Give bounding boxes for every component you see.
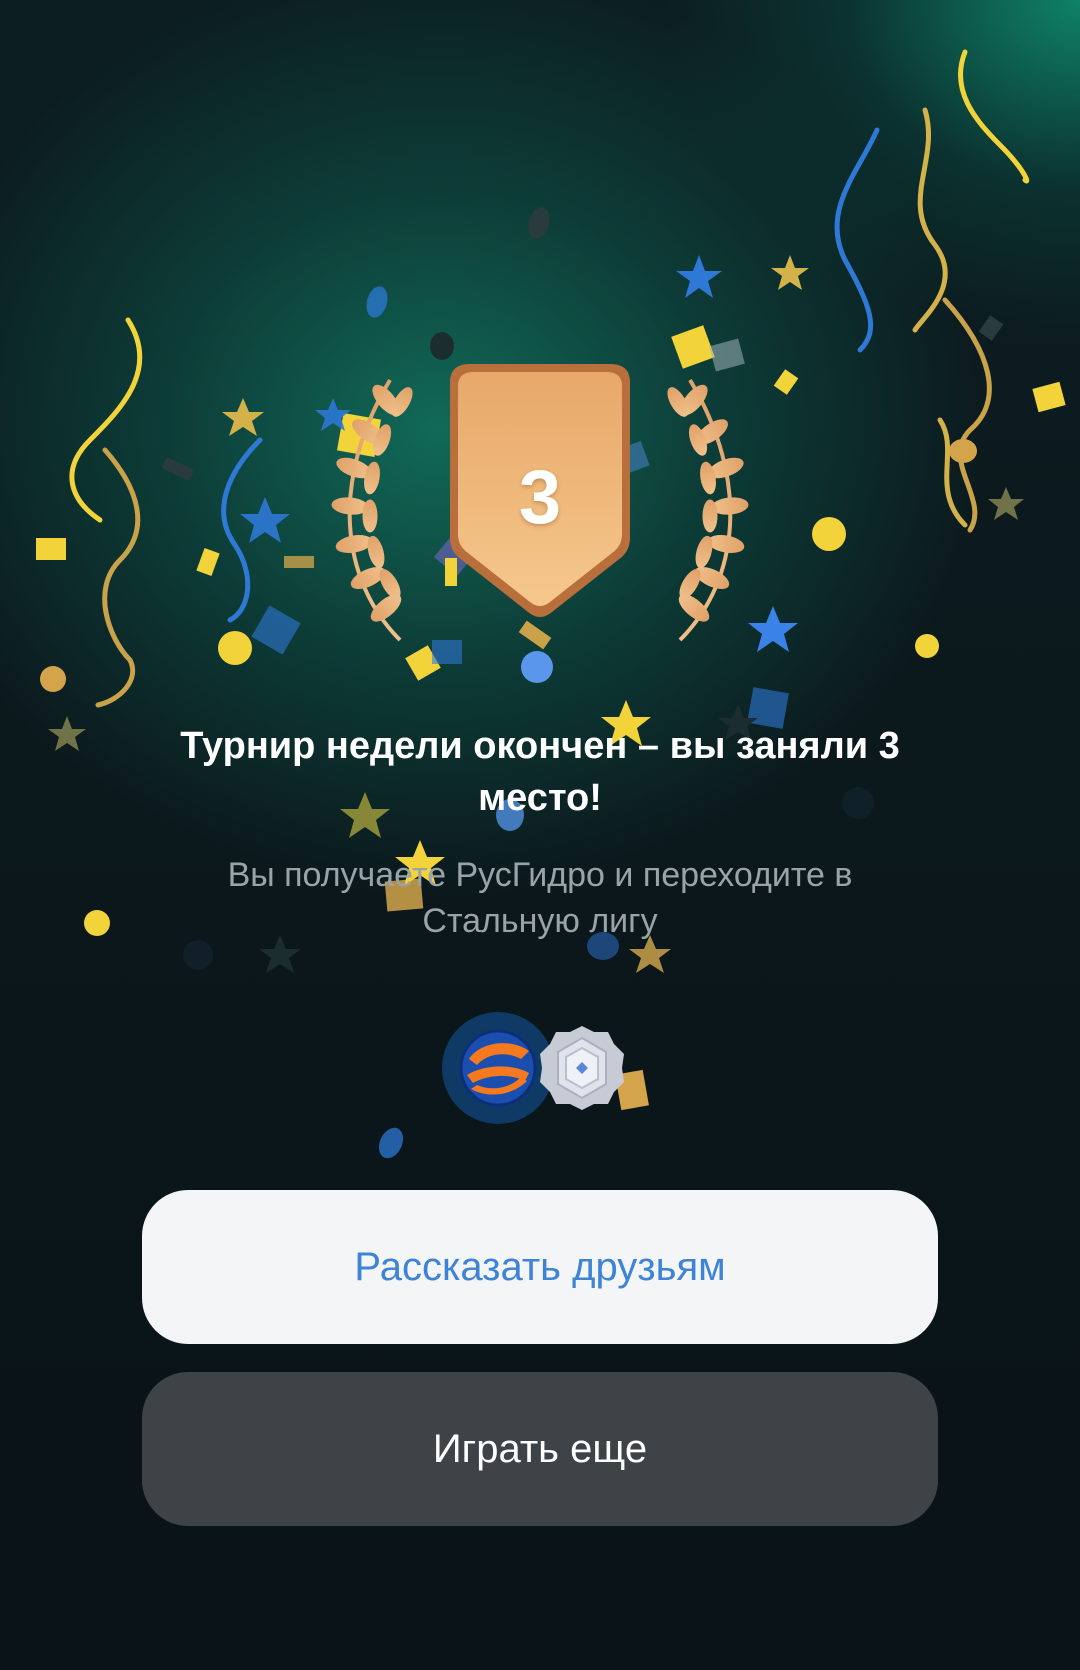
steel-league-badge-icon [538, 1024, 626, 1112]
play-again-button[interactable]: Играть еще [142, 1372, 938, 1526]
share-with-friends-button[interactable]: Рассказать друзьям [142, 1190, 938, 1344]
place-number: 3 [518, 455, 562, 540]
rewards-row [442, 1012, 642, 1124]
result-title: Турнир недели окончен – вы заняли 3 мест… [180, 725, 900, 819]
tournament-result-screen: 3 Турнир недели окончен – вы заняли 3 ме… [0, 0, 1080, 1670]
result-subtitle: Вы получаете РусГидро и переходите в Ста… [227, 856, 853, 940]
